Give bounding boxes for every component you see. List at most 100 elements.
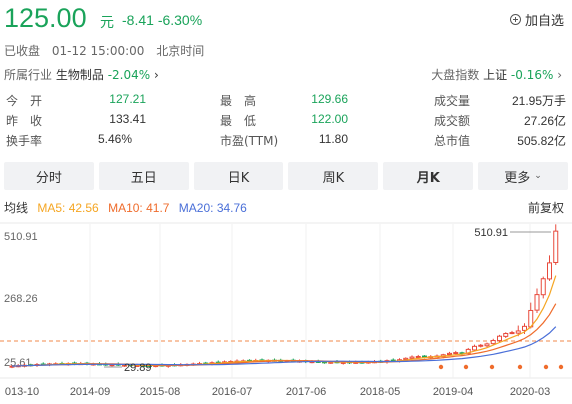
stat-label: 最 高 — [220, 94, 257, 108]
candle-body — [447, 352, 452, 355]
ma20-value: MA20: 34.76 — [178, 201, 247, 215]
industry-link[interactable]: 所属行业 生物制品 -2.04% › — [4, 66, 159, 83]
stat-value: 5.46% — [97, 132, 132, 146]
index-name: 上证 — [483, 68, 508, 82]
price-unit: 元 — [100, 15, 114, 31]
candle-body — [490, 340, 496, 345]
market-status: 已收盘 01-12 15:00:00 北京时间 — [4, 42, 212, 59]
stat-value: 133.41 — [109, 112, 146, 126]
candle-body — [409, 356, 415, 359]
x-axis-label: 2017-06 — [286, 386, 326, 398]
stat-value: 505.82亿 — [517, 134, 566, 148]
candle-body — [553, 230, 559, 264]
x-axis-label: 2020-03 — [510, 386, 550, 398]
candle-body — [503, 333, 509, 337]
add-watchlist-label: 加自选 — [524, 14, 564, 29]
index-change: -0.16% — [510, 68, 554, 82]
tab-label: 更多 — [504, 170, 531, 186]
chevron-right-icon: › — [557, 68, 562, 82]
candle-body — [509, 332, 515, 335]
candle-body — [540, 278, 546, 296]
stat-label: 最 低 — [220, 114, 257, 128]
current-price: 125.00 — [4, 3, 87, 33]
stat-market-cap: 总市值 505.82亿 — [434, 132, 566, 148]
stat-label: 换手率 — [6, 134, 43, 148]
ma-legend: 均线 MA5: 42.56 MA10: 41.7 MA20: 34.76 — [4, 199, 253, 216]
event-dot — [517, 364, 523, 370]
kline-chart[interactable]: 510.91268.2625.61013-10 2014-09 2015-08 201… — [0, 222, 572, 404]
tab-more[interactable]: 更多 ⌄ — [478, 162, 568, 190]
stat-label: 成交额 — [434, 114, 471, 128]
market-state: 已收盘 — [4, 44, 41, 58]
stat-label: 成交量 — [434, 94, 471, 108]
tab-weekly-k[interactable]: 周K — [288, 162, 379, 190]
y-axis-label: 510.91 — [4, 231, 38, 243]
stat-open: 今 开 127.21 — [6, 92, 146, 108]
industry-name: 生物制品 — [55, 68, 104, 82]
x-axis-label: 013-10 — [5, 386, 39, 398]
event-dot — [489, 364, 495, 370]
candle-body — [547, 262, 552, 280]
candle-body — [472, 345, 477, 351]
tab-label: 月K — [416, 170, 440, 186]
x-axis-label: 2018-05 — [360, 386, 400, 398]
candle-body — [497, 335, 502, 342]
adjust-mode-toggle[interactable]: 前复权 — [528, 199, 564, 216]
stat-pe: 市盈(TTM) 11.80 — [220, 132, 348, 148]
add-watchlist-button[interactable]: 加自选 — [509, 10, 564, 29]
chevron-right-icon: › — [153, 68, 159, 82]
candle-body — [415, 355, 421, 358]
candle-body — [515, 330, 521, 334]
event-dot — [543, 364, 549, 370]
stat-amount: 成交额 27.26亿 — [434, 112, 566, 128]
x-axis-label: 2016-07 — [212, 386, 252, 398]
stat-label: 市盈(TTM) — [220, 134, 279, 148]
market-index-link[interactable]: 大盘指数 上证 -0.16% › — [431, 66, 562, 83]
stat-low: 最 低 122.00 — [220, 112, 348, 128]
change-percent: -6.30% — [157, 12, 203, 28]
market-datetime: 01-12 15:00:00 — [51, 44, 145, 58]
candle-body — [478, 344, 484, 347]
chart-period-tabs: 分时 五日 日K 周K 月K 更多 ⌄ — [4, 162, 568, 190]
y-axis-label: 268.26 — [4, 293, 38, 305]
tab-label: 分时 — [35, 170, 62, 186]
stat-label: 今 开 — [6, 94, 43, 108]
stat-volume: 成交量 21.95万手 — [434, 92, 566, 108]
tab-intraday[interactable]: 分时 — [4, 162, 94, 190]
industry-change: -2.04% — [107, 68, 151, 82]
stat-value: 21.95万手 — [511, 94, 566, 108]
stat-value: 122.00 — [311, 112, 348, 126]
candle-body — [453, 352, 459, 355]
event-dot — [438, 364, 444, 370]
max-label: 510.91 — [474, 227, 508, 239]
ma-avg-label: 均线 — [4, 201, 29, 215]
price-change: -8.41 -6.30% — [122, 12, 202, 28]
chevron-down-icon: ⌄ — [534, 171, 542, 181]
stat-high: 最 高 129.66 — [220, 92, 348, 108]
stat-value: 129.66 — [311, 92, 348, 106]
event-dot — [463, 364, 469, 370]
ma5-line — [11, 275, 557, 367]
candle-body — [522, 325, 527, 331]
stat-prev-close: 昨 收 133.41 — [6, 112, 146, 128]
event-dot — [558, 364, 564, 370]
min-label: 29.89 — [124, 362, 152, 374]
tab-label: 周K — [322, 170, 345, 186]
stat-value: 127.21 — [109, 92, 146, 106]
stat-value: 11.80 — [318, 132, 348, 146]
ma5-value: MA5: 42.56 — [37, 201, 99, 215]
plus-circle-icon — [509, 14, 521, 25]
change-amount: -8.41 — [122, 12, 154, 28]
tab-label: 五日 — [130, 170, 157, 186]
tab-label: 日K — [227, 170, 250, 186]
index-label: 大盘指数 — [431, 68, 480, 82]
x-axis-label: 2015-08 — [140, 386, 180, 398]
ma10-value: MA10: 41.7 — [108, 201, 170, 215]
tab-monthly-k[interactable]: 月K — [383, 162, 474, 190]
market-timezone: 北京时间 — [156, 44, 205, 58]
candle-body — [534, 294, 540, 311]
industry-label: 所属行业 — [4, 68, 53, 82]
tab-daily-k[interactable]: 日K — [193, 162, 284, 190]
candle-body — [484, 343, 490, 347]
tab-five-day[interactable]: 五日 — [98, 162, 189, 190]
